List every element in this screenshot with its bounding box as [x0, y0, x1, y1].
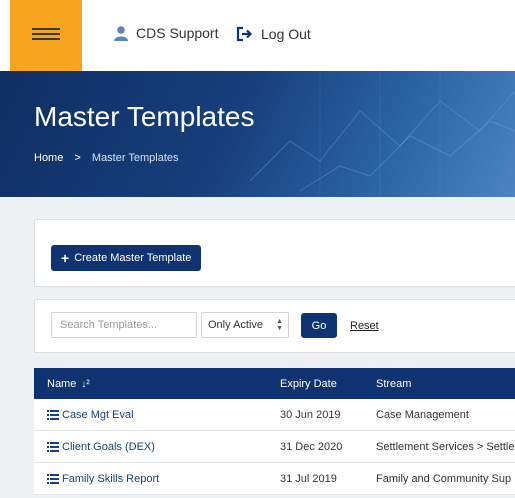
page-hero: Master Templates Home > Master Templates	[0, 71, 515, 197]
expiry-date: 31 Dec 2020	[280, 441, 343, 453]
go-button[interactable]: Go	[301, 313, 337, 338]
stream: Settlement Services > Settle	[376, 441, 515, 453]
template-name-link[interactable]: Client Goals (DEX)	[47, 441, 155, 453]
status-select-value: Only Active	[208, 319, 264, 331]
column-header-stream: Stream	[376, 378, 412, 390]
template-name: Client Goals (DEX)	[62, 441, 155, 453]
plus-icon: +	[61, 250, 70, 266]
table-row: Family Skills Report 31 Jul 2019 Family …	[34, 463, 515, 495]
table-row: Case Mgt Eval 30 Jun 2019 Case Managemen…	[34, 399, 515, 431]
column-header-name[interactable]: Name ↓²	[47, 378, 90, 390]
hamburger-icon	[32, 28, 60, 43]
hero-background-graphic	[249, 71, 515, 197]
breadcrumb: Home > Master Templates	[34, 152, 179, 164]
template-name-link[interactable]: Family Skills Report	[47, 473, 159, 485]
list-icon	[47, 474, 59, 484]
column-header-name-label: Name	[47, 378, 77, 390]
breadcrumb-separator: >	[74, 152, 81, 164]
user-menu-link[interactable]: CDS Support	[113, 25, 218, 41]
create-button-label: Create Master Template	[74, 252, 192, 264]
user-name: CDS Support	[136, 25, 219, 41]
status-select[interactable]: Only Active ▲ ▼	[201, 312, 289, 338]
stream: Family and Community Sup	[376, 473, 512, 485]
templates-table: Name ↓² Expiry Date Stream Case Mgt Eval …	[34, 368, 515, 495]
create-master-template-button[interactable]: + Create Master Template	[51, 245, 202, 271]
filter-panel: Only Active ▲▼ Go Reset	[34, 299, 515, 353]
user-icon	[114, 26, 128, 41]
expiry-date: 30 Jun 2019	[280, 409, 341, 421]
template-name-link[interactable]: Case Mgt Eval	[47, 409, 134, 421]
sort-icon: ↓²	[81, 378, 90, 390]
stream: Case Management	[376, 409, 469, 421]
expiry-date: 31 Jul 2019	[280, 473, 337, 485]
menu-button[interactable]	[10, 0, 82, 71]
template-name: Family Skills Report	[62, 473, 160, 485]
search-input[interactable]	[51, 312, 197, 338]
logout-label: Log Out	[261, 26, 311, 42]
table-row: Client Goals (DEX) 31 Dec 2020 Settlemen…	[34, 431, 515, 463]
list-icon	[47, 410, 59, 420]
select-arrows-icon: ▲ ▼	[276, 318, 283, 332]
breadcrumb-home[interactable]: Home	[34, 152, 63, 164]
logout-icon	[236, 26, 253, 42]
column-header-expiry: Expiry Date	[280, 378, 337, 390]
breadcrumb-current: Master Templates	[91, 152, 179, 164]
template-name: Case Mgt Eval	[62, 409, 134, 421]
reset-link[interactable]: Reset	[350, 320, 379, 332]
list-icon	[47, 442, 59, 452]
table-header: Name ↓² Expiry Date Stream	[34, 368, 515, 399]
top-bar: CDS Support Log Out	[0, 0, 515, 71]
page-title: Master Templates	[34, 101, 255, 132]
actions-panel: + Create Master Template	[34, 219, 515, 287]
logout-link[interactable]: Log Out	[236, 26, 311, 42]
